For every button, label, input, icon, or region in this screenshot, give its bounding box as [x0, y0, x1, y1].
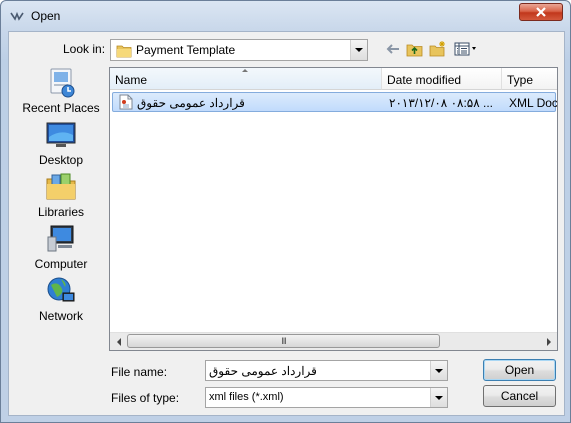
view-menu-button[interactable] — [453, 40, 479, 58]
libraries-icon — [46, 173, 76, 200]
open-button[interactable]: Open — [483, 359, 556, 381]
up-folder-icon — [406, 44, 422, 56]
arrow-left-icon — [116, 337, 121, 346]
files-of-type-value: xml files (*.xml) — [209, 391, 284, 403]
place-label: Desktop — [38, 153, 84, 167]
scroll-left-button[interactable] — [110, 333, 127, 350]
folder-icon — [116, 45, 132, 58]
file-name-label: File name: — [111, 365, 168, 379]
place-libraries[interactable]: Libraries — [15, 171, 107, 221]
scrollbar-grip: III — [281, 336, 286, 346]
horizontal-scrollbar[interactable]: III — [110, 332, 557, 350]
look-in-combobox[interactable]: Payment Template — [110, 39, 368, 61]
back-button[interactable] — [383, 40, 403, 58]
place-network[interactable]: Network — [15, 275, 107, 325]
file-type-cell: XML Docu — [509, 96, 558, 110]
column-header-label: Name — [115, 73, 148, 87]
chevron-down-icon — [435, 368, 443, 373]
xml-file-icon — [119, 94, 133, 110]
chevron-down-icon — [435, 395, 443, 400]
network-icon — [47, 277, 75, 302]
computer-icon — [47, 225, 74, 252]
cancel-button[interactable]: Cancel — [483, 385, 556, 407]
up-folder-button[interactable] — [404, 40, 424, 58]
desktop-icon — [46, 122, 76, 147]
view-menu-icon — [454, 42, 476, 56]
scrollbar-thumb[interactable]: III — [127, 334, 440, 348]
file-list-view[interactable]: Name Date modified Type قرارداد عمومی حق… — [109, 67, 558, 351]
file-row[interactable]: قرارداد عمومی حقوق ۲۰۱۳/۱۲/۰۸ ۰۸:۵۸ ... … — [112, 92, 558, 112]
dialog-client-area: Look in: Payment Template Recent Places … — [8, 31, 565, 416]
look-in-dropdown-arrow[interactable] — [350, 40, 367, 60]
arrow-right-icon — [546, 337, 551, 346]
look-in-value: Payment Template — [136, 43, 236, 57]
column-header-label: Date modified — [387, 73, 462, 87]
sort-ascending-icon — [242, 69, 248, 72]
look-in-label: Look in: — [63, 42, 106, 56]
app-icon — [10, 11, 24, 21]
column-header-label: Type — [507, 73, 534, 87]
close-icon — [536, 7, 546, 17]
place-recent-places[interactable]: Recent Places — [15, 67, 107, 117]
file-date-cell: ۲۰۱۳/۱۲/۰۸ ۰۸:۵۸ ... — [389, 96, 494, 110]
place-label: Network — [38, 309, 83, 323]
open-dialog-window: Open Look in: Payment Template Recent Pl… — [0, 0, 571, 423]
place-label: Computer — [34, 257, 88, 271]
new-folder-button[interactable] — [428, 40, 448, 58]
recent-places-icon — [50, 68, 75, 98]
window-title: Open — [31, 9, 61, 23]
chevron-down-icon — [355, 48, 363, 52]
place-label: Libraries — [37, 205, 85, 219]
back-arrow-icon — [386, 44, 399, 54]
place-computer[interactable]: Computer — [15, 223, 107, 273]
file-name-dropdown-arrow[interactable] — [430, 361, 447, 380]
file-name-combobox[interactable]: قرارداد عمومی حقوق — [205, 360, 448, 381]
title-bar[interactable]: Open — [1, 1, 570, 31]
files-of-type-dropdown-arrow[interactable] — [430, 388, 447, 407]
places-bar: Recent Places Desktop Libraries Computer… — [15, 67, 107, 327]
new-folder-icon — [429, 41, 445, 57]
column-header-type[interactable]: Type — [502, 68, 557, 90]
place-label: Recent Places — [22, 101, 100, 115]
file-name-cell: قرارداد عمومی حقوق — [137, 96, 245, 110]
close-button[interactable] — [519, 3, 563, 21]
files-of-type-combobox[interactable]: xml files (*.xml) — [205, 387, 448, 408]
column-header-name[interactable]: Name — [110, 68, 382, 90]
file-name-input[interactable]: قرارداد عمومی حقوق — [209, 364, 317, 378]
column-header-date-modified[interactable]: Date modified — [382, 68, 502, 90]
place-desktop[interactable]: Desktop — [15, 119, 107, 169]
files-of-type-label: Files of type: — [111, 391, 180, 405]
scroll-right-button[interactable] — [540, 333, 557, 350]
